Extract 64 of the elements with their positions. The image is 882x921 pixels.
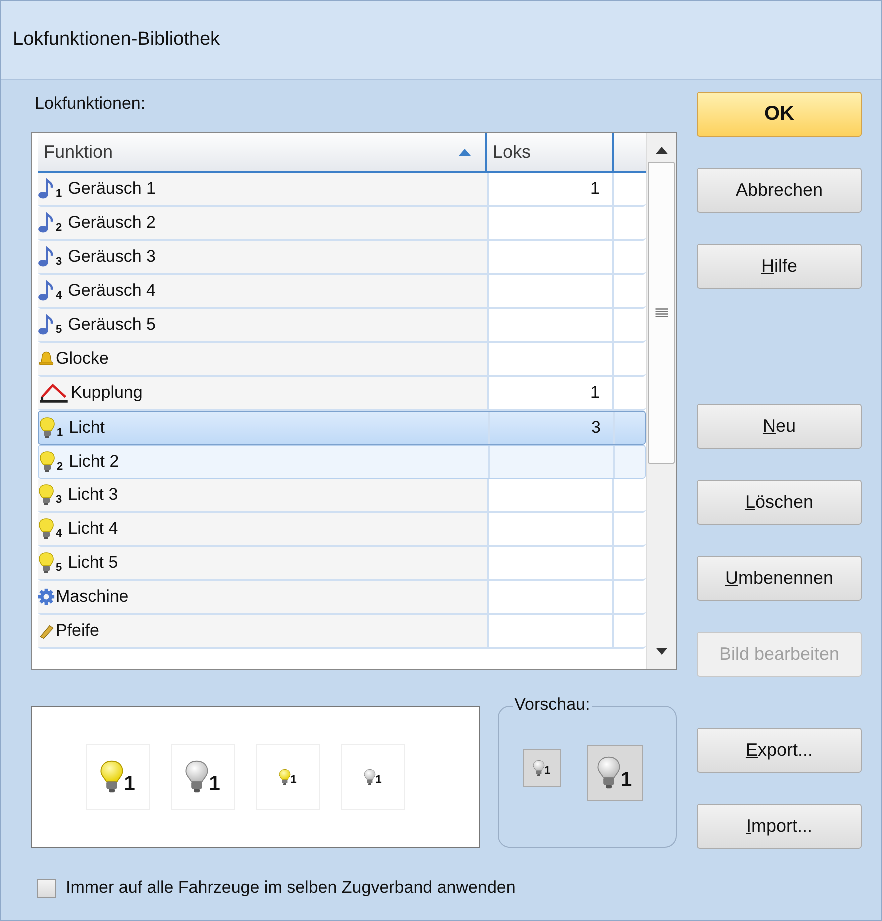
dialog-button[interactable]: Hilfe: [697, 244, 862, 289]
checkbox-label[interactable]: Immer auf alle Fahrzeuge im selben Zugverband anwenden: [66, 878, 516, 898]
icon-number: 5: [56, 562, 62, 574]
dialog-button[interactable]: Export...: [697, 728, 862, 773]
light-bulb-icon: [38, 484, 55, 506]
dialog-button[interactable]: Abbrechen: [697, 168, 862, 213]
image-tile[interactable]: 1: [256, 744, 320, 810]
icon-number: 3: [56, 256, 62, 268]
icon-number: 1: [57, 427, 64, 439]
function-name: Licht: [69, 418, 106, 438]
loks-count: 1: [590, 383, 600, 403]
vertical-scrollbar[interactable]: [646, 133, 676, 669]
icon-number: 2: [57, 461, 64, 473]
music-note-icon: [38, 212, 55, 234]
coupling-icon: [38, 382, 70, 404]
light-bulb-icon: [38, 552, 55, 574]
function-name: Geräusch 2: [68, 213, 156, 233]
light-bulb-icon: [38, 518, 55, 540]
list-label: Lokfunktionen:: [35, 94, 147, 114]
window-title: Lokfunktionen-Bibliothek: [13, 29, 220, 51]
music-note-icon: [38, 246, 55, 268]
icon-number: 1: [56, 188, 62, 200]
column-header[interactable]: Funktion: [38, 133, 487, 171]
dialog-button[interactable]: Import...: [697, 804, 862, 849]
function-name: Pfeife: [56, 621, 100, 641]
dialog-button[interactable]: Neu: [697, 404, 862, 449]
column-header[interactable]: Loks: [487, 133, 614, 171]
music-note-icon: [38, 314, 55, 336]
function-name: Glocke: [56, 349, 109, 369]
scroll-up-icon[interactable]: [656, 147, 668, 154]
function-name: Licht 2: [69, 452, 120, 472]
scroll-down-icon[interactable]: [656, 648, 668, 655]
image-tile[interactable]: 1: [340, 744, 405, 810]
image-tile[interactable]: 1: [86, 744, 150, 810]
function-name: Maschine: [56, 587, 129, 607]
light-bulb-icon: [39, 451, 56, 473]
grip-icon: [654, 308, 668, 318]
function-name: Licht 5: [68, 553, 118, 573]
icon-number: 4: [56, 290, 62, 302]
dialog-button[interactable]: Löschen: [697, 480, 862, 525]
function-name: Licht 4: [68, 519, 118, 539]
music-note-icon: [38, 280, 55, 302]
function-name: Geräusch 5: [68, 315, 156, 335]
table-row[interactable]: 1 Licht 3: [38, 411, 646, 445]
icon-number: 3: [56, 494, 62, 506]
function-name: Kupplung: [71, 383, 143, 403]
dialog-button[interactable]: OK: [697, 92, 862, 137]
image-tile[interactable]: 1: [170, 744, 235, 810]
icon-number: 4: [56, 528, 62, 540]
gear-icon: [38, 586, 55, 608]
icon-number: 2: [56, 222, 62, 234]
function-name: Licht 3: [68, 485, 118, 505]
light-bulb-icon: [39, 417, 56, 439]
checkbox[interactable]: [37, 878, 56, 898]
scrollbar-thumb[interactable]: [648, 162, 675, 464]
music-note-icon: [38, 178, 55, 200]
dialog-button[interactable]: Umbenennen: [697, 556, 862, 601]
function-name: Geräusch 4: [68, 281, 156, 301]
loks-count: 1: [590, 179, 600, 199]
function-name: Geräusch 3: [68, 247, 156, 267]
function-name: Geräusch 1: [68, 179, 156, 199]
icon-number: 5: [56, 324, 62, 336]
loks-count: 3: [592, 418, 601, 438]
table-row[interactable]: 2 Licht 2: [38, 445, 646, 479]
